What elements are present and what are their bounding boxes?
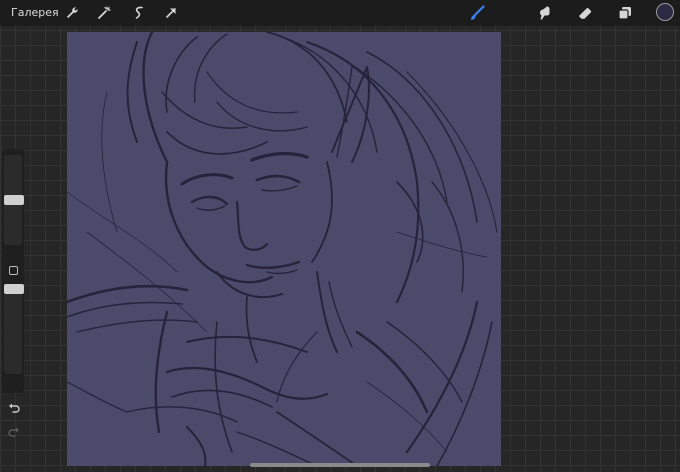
top-toolbar: Галерея: [0, 0, 680, 26]
opacity-slider[interactable]: [4, 284, 24, 374]
layers-icon[interactable]: [616, 4, 634, 22]
magic-wand-icon[interactable]: [95, 4, 113, 22]
smudge-icon[interactable]: [536, 4, 554, 22]
redo-icon[interactable]: [7, 425, 21, 439]
gallery-button[interactable]: Галерея: [11, 6, 59, 19]
eraser-icon[interactable]: [576, 4, 594, 22]
selection-icon[interactable]: [130, 4, 148, 22]
brush-icon[interactable]: [468, 4, 486, 22]
transform-arrow-icon[interactable]: [162, 4, 180, 22]
home-indicator[interactable]: [250, 463, 430, 467]
wrench-icon[interactable]: [63, 4, 81, 22]
brush-size-thumb[interactable]: [4, 195, 24, 205]
left-sidebar: [2, 149, 24, 437]
brush-size-slider[interactable]: [4, 155, 24, 245]
color-picker-swatch[interactable]: [656, 3, 674, 21]
modify-square-icon[interactable]: [9, 266, 18, 275]
drawing-canvas[interactable]: [67, 32, 501, 466]
opacity-thumb[interactable]: [4, 284, 24, 294]
sketch-artwork: [67, 32, 501, 466]
undo-icon[interactable]: [7, 401, 21, 415]
